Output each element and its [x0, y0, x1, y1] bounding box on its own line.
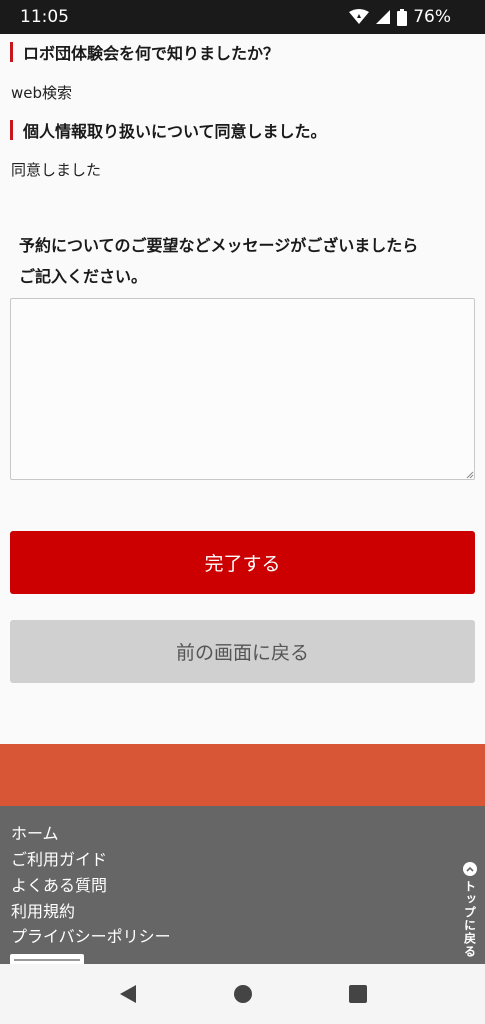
- wifi-icon: [349, 9, 370, 25]
- signal-icon: [375, 9, 391, 25]
- status-icons: 76%: [349, 7, 451, 27]
- back-button[interactable]: 前の画面に戻る: [10, 620, 475, 683]
- battery-icon: [397, 8, 408, 26]
- message-prompt-line1: 予約についてのご要望などメッセージがございましたら: [19, 236, 419, 255]
- message-textarea[interactable]: [10, 298, 475, 480]
- question-privacy-label: 個人情報取り扱いについて同意しました。: [23, 122, 327, 141]
- message-prompt: 予約についてのご要望などメッセージがございましたら ご記入ください。: [19, 230, 469, 292]
- to-top-button[interactable]: トップに戻る: [461, 862, 479, 958]
- system-nav-bar: [0, 964, 485, 1024]
- battery-percent: 76%: [413, 7, 451, 27]
- question-privacy-heading: 個人情報取り扱いについて同意しました。: [10, 118, 327, 142]
- chevron-up-icon: [463, 862, 477, 876]
- footer-link-privacy[interactable]: プライバシーポリシー: [11, 923, 171, 947]
- question-how-found-heading: ロボ団体験会を何で知りましたか？: [10, 40, 279, 64]
- footer-link-home[interactable]: ホーム: [11, 820, 59, 844]
- recents-square-icon[interactable]: [338, 974, 378, 1014]
- to-top-label: トップに戻る: [462, 880, 477, 958]
- footer-link-faq[interactable]: よくある質問: [11, 872, 107, 896]
- back-triangle-icon[interactable]: [108, 974, 148, 1014]
- footer-link-terms[interactable]: 利用規約: [11, 898, 75, 922]
- footer: ホーム ご利用ガイド よくある質問 利用規約 プライバシーポリシー: [0, 806, 485, 964]
- question-how-found-label: ロボ団体験会を何で知りましたか？: [23, 44, 280, 63]
- message-prompt-line2: ご記入ください。: [19, 267, 148, 286]
- status-bar: 11:05 76%: [0, 0, 485, 34]
- complete-button[interactable]: 完了する: [10, 531, 475, 594]
- status-time: 11:05: [20, 7, 69, 27]
- question-how-found-answer: web検索: [11, 84, 73, 102]
- resize-grip-icon[interactable]: [466, 471, 474, 479]
- heading-accent-bar: [10, 120, 13, 140]
- home-circle-icon[interactable]: [223, 974, 263, 1014]
- footer-accent-band: [0, 744, 485, 806]
- question-privacy-answer: 同意しました: [11, 161, 102, 179]
- footer-link-guide[interactable]: ご利用ガイド: [11, 846, 107, 870]
- heading-accent-bar: [10, 42, 13, 62]
